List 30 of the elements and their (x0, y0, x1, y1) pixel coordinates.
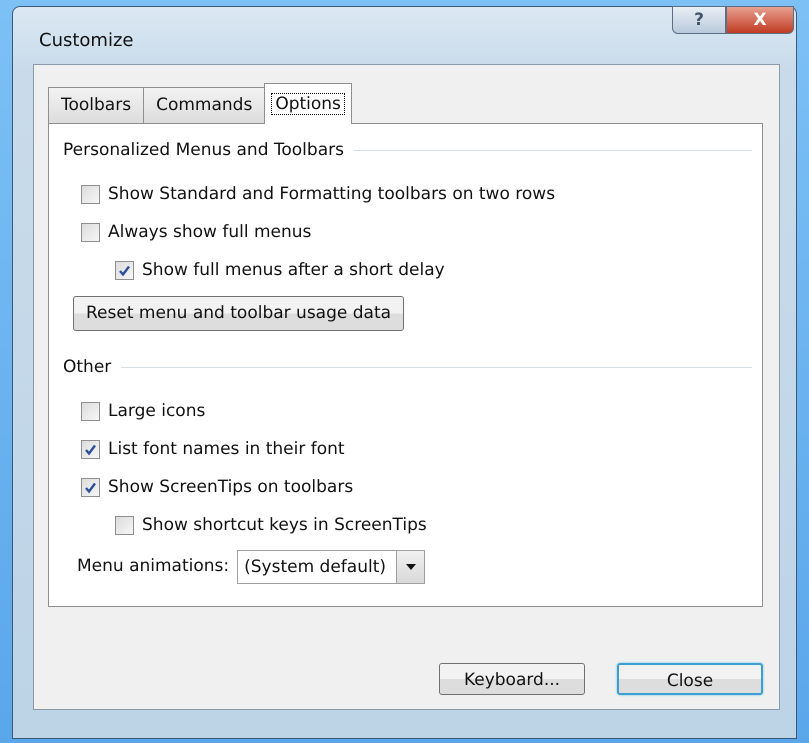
checkbox-label: Large icons (108, 400, 206, 423)
checkbox-label: Always show full menus (108, 220, 312, 244)
checkbox-label: Show full menus after a short delay (142, 258, 445, 282)
dropdown-field[interactable]: (System default) (237, 550, 426, 584)
check-icon (84, 443, 97, 456)
checkbox-label: Show ScreenTips on toolbars (108, 476, 354, 499)
dialog-button[interactable]: Close (617, 663, 763, 695)
reset-button[interactable]: Reset menu and toolbar usage data (73, 296, 404, 331)
group-title: Other (63, 356, 112, 379)
tab[interactable]: Options (264, 82, 352, 124)
window-title: Customize (39, 29, 134, 53)
checkbox[interactable] (81, 402, 100, 421)
checkbox[interactable] (115, 516, 134, 535)
dropdown-label: Menu animations: (77, 554, 230, 578)
checkbox[interactable] (81, 440, 100, 459)
check-icon (118, 264, 131, 277)
checkbox-label: List font names in their font (108, 438, 345, 461)
group-title: Personalized Menus and Toolbars (63, 139, 344, 162)
check-icon (84, 481, 97, 494)
tab[interactable]: Toolbars (48, 86, 144, 123)
tab[interactable]: Commands (143, 86, 266, 123)
checkbox-label: Show Standard and Formatting toolbars on two rows (108, 182, 556, 206)
dialog-button[interactable]: Keyboard... (439, 663, 585, 695)
checkbox[interactable] (81, 185, 100, 204)
checkbox[interactable] (81, 223, 100, 242)
checkbox-label: Show shortcut keys in ScreenTips (142, 514, 427, 537)
caret-icon (406, 564, 416, 570)
help-button[interactable]: ? (672, 6, 726, 34)
checkbox[interactable] (115, 261, 134, 280)
checkbox[interactable] (81, 478, 100, 497)
